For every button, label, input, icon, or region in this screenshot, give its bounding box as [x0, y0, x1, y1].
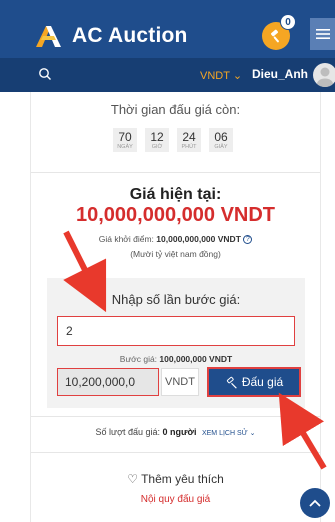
view-history-link[interactable]: XEM LỊCH SỬ ⌄: [202, 430, 255, 437]
bid-step-info: Bước giá: 100,000,000 VNDT: [47, 354, 305, 364]
add-favorite-label: Thêm yêu thích: [141, 472, 224, 486]
place-bid-label: Đấu giá: [241, 375, 284, 389]
countdown-value: 70: [118, 130, 132, 144]
add-favorite-button[interactable]: ♡ Thêm yêu thích: [31, 472, 320, 486]
auction-card: Thời gian đấu giá còn: 70 NGÀY 12 GIỜ 24…: [30, 92, 321, 522]
menu-button[interactable]: [310, 18, 335, 50]
brand-logo[interactable]: AC Auction: [34, 24, 188, 48]
countdown-days: 70 NGÀY: [113, 128, 137, 152]
user-avatar-icon: [317, 67, 333, 87]
divider: [31, 416, 320, 417]
logo-mark-icon: [34, 24, 64, 48]
chevron-down-icon: ⌄: [232, 70, 243, 82]
divider: [31, 452, 320, 453]
brand-name: AC Auction: [72, 24, 188, 47]
bid-unit-label: VNDT: [161, 368, 199, 396]
countdown-minutes: 24 PHÚT: [177, 128, 201, 152]
chevron-down-icon: ⌄: [249, 430, 256, 437]
current-price-value: 10,000,000,000 VNDT: [75, 204, 276, 226]
bid-step-prompt: Nhập số lần bước giá:: [111, 292, 241, 307]
hamburger-icon: [316, 29, 330, 39]
bid-step-label: Bước giá:: [119, 354, 158, 364]
countdown-unit: GIÂY: [214, 144, 228, 150]
bid-step-value: 100,000,000 VNDT: [159, 354, 233, 364]
gavel-icon: [226, 376, 237, 389]
starting-price-value: 10,000,000,000 VNDT: [156, 234, 241, 244]
countdown-unit: GIỜ: [151, 144, 163, 150]
bid-step-count-input[interactable]: 2: [57, 316, 295, 346]
countdown-value: 12: [150, 130, 164, 144]
countdown-label: Thời gian đấu giá còn:: [110, 102, 241, 117]
countdown-unit: PHÚT: [181, 144, 197, 150]
countdown-seconds: 06 GIÂY: [209, 128, 233, 152]
starting-price: Giá khởi điểm: 10,000,000,000 VNDT ?: [31, 234, 320, 245]
countdown-hours: 12 GIỜ: [145, 128, 169, 152]
place-bid-button[interactable]: Đấu giá: [207, 367, 301, 397]
countdown-timer: 70 NGÀY 12 GIỜ 24 PHÚT 06 GIÂY: [113, 128, 233, 152]
bid-count-value: 0 người: [162, 427, 197, 437]
starting-price-label: Giá khởi điểm:: [98, 234, 154, 244]
help-icon[interactable]: ?: [243, 235, 253, 245]
top-subbar: VNDT ⌄ Dieu_Anh: [0, 58, 335, 92]
chevron-up-icon: [309, 499, 321, 507]
gavel-icon: [270, 29, 279, 43]
search-icon: [39, 68, 51, 80]
bid-count-row: Số lượt đấu giá: 0 người XEM LỊCH SỬ ⌄: [31, 427, 320, 437]
currency-selector[interactable]: VNDT ⌄: [200, 69, 242, 82]
divider: [31, 172, 320, 173]
scroll-top-button[interactable]: [300, 488, 330, 518]
bid-panel: Nhập số lần bước giá: 2 Bước giá: 100,00…: [47, 278, 305, 408]
countdown-value: 06: [214, 130, 228, 144]
countdown-value: 24: [182, 130, 196, 144]
bid-amount-field[interactable]: 10,200,000,0: [57, 368, 159, 396]
heart-icon: ♡: [127, 472, 138, 486]
search-button[interactable]: [38, 67, 52, 86]
app-header: AC Auction 0: [0, 0, 335, 58]
currency-label: VNDT: [200, 70, 230, 82]
bid-count-label: Số lượt đấu giá:: [95, 427, 161, 437]
username[interactable]: Dieu_Anh: [252, 67, 308, 81]
avatar[interactable]: [313, 63, 335, 87]
auction-rules-link[interactable]: Nội quy đấu giá: [31, 494, 320, 505]
price-in-words: (Mười tỷ việt nam đồng): [130, 249, 221, 259]
current-price-label: Giá hiện tại:: [129, 186, 222, 203]
view-history-label: XEM LỊCH SỬ: [201, 430, 248, 437]
countdown-unit: NGÀY: [117, 144, 133, 150]
notification-badge: 0: [280, 14, 296, 30]
